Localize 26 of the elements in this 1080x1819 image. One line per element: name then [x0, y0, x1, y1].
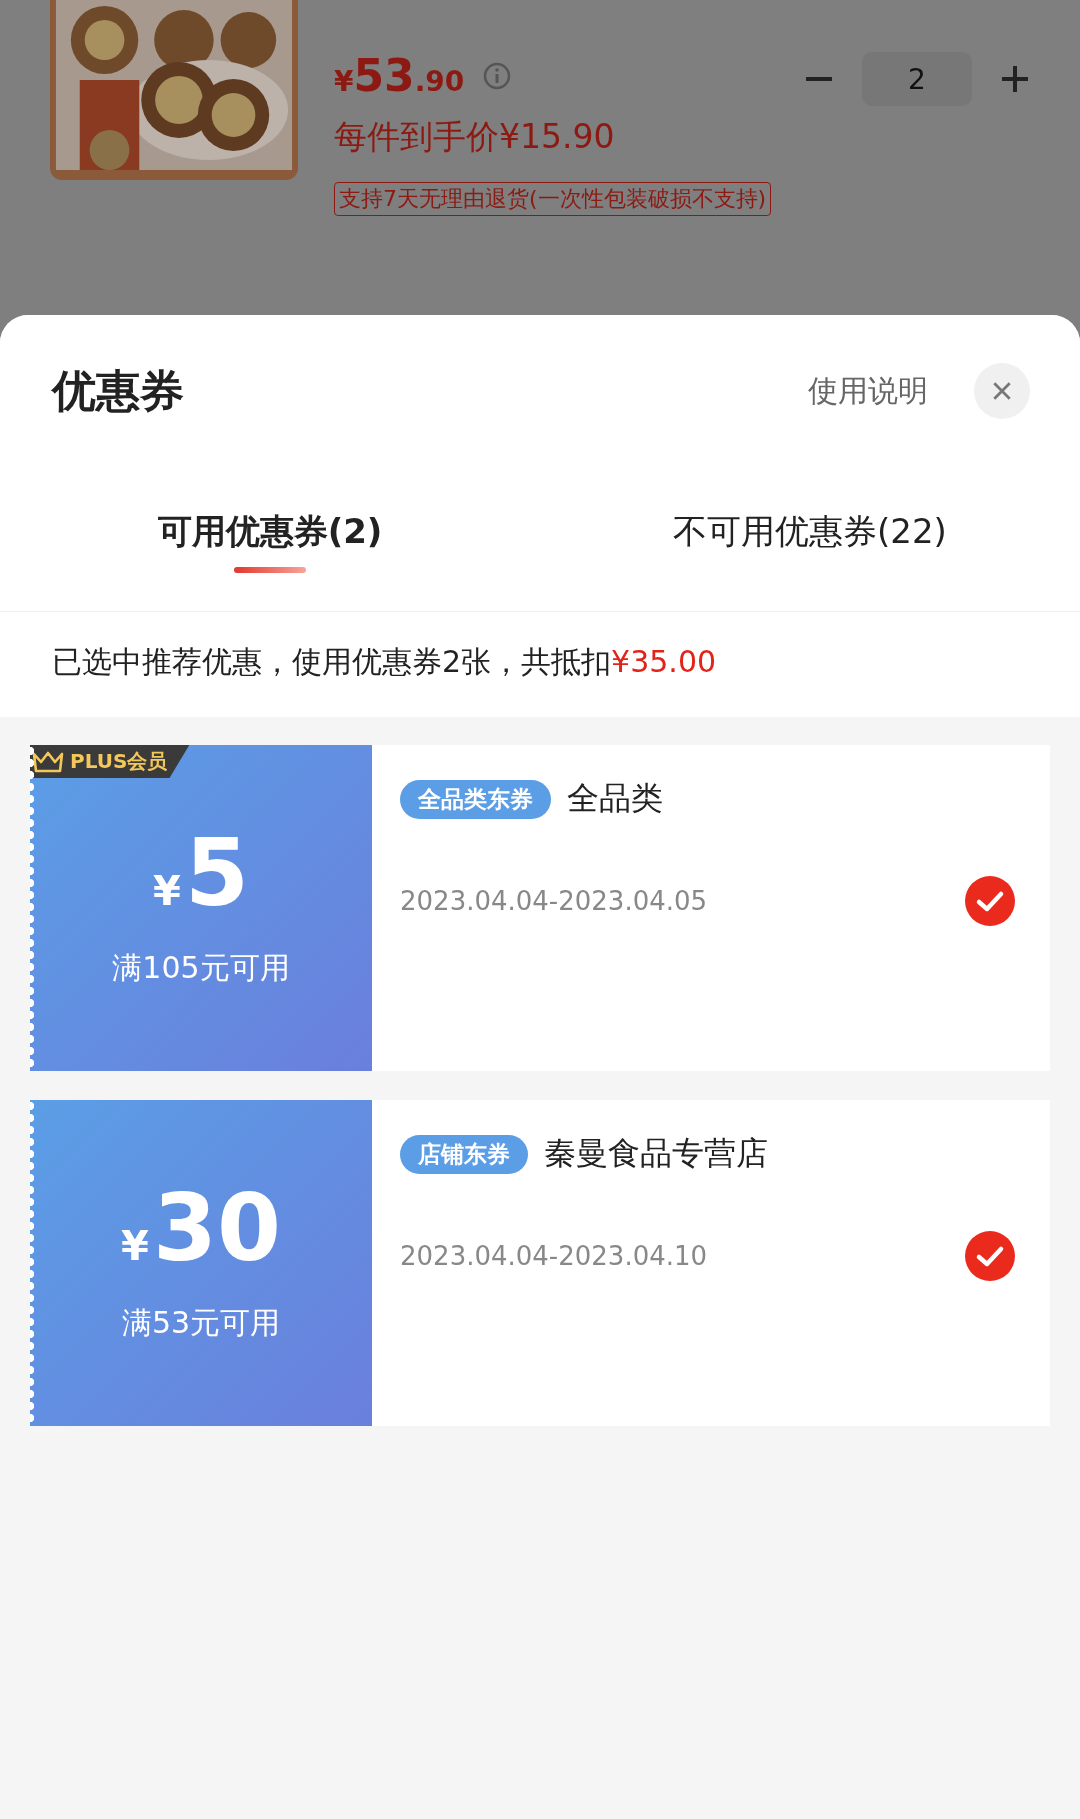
unit-price: 每件到手价¥15.90 [334, 116, 616, 158]
sheet-title: 优惠券 [52, 363, 185, 418]
coupon-scope: 全品类 [567, 778, 663, 819]
close-icon [991, 380, 1013, 402]
coupon-amount: ¥5 [153, 827, 249, 920]
tab[interactable]: 不可用优惠券(22) [673, 509, 947, 555]
coupon-type-tag: 全品类东券 [400, 779, 551, 819]
coupon-type-tag: 店铺东券 [400, 1134, 528, 1174]
summary-text: 已选中推荐优惠，使用优惠券2张，共抵扣¥35.00 [0, 612, 1080, 717]
return-policy-tag: 支持7天无理由退货(一次性包装破损不支持) [334, 182, 772, 216]
close-button[interactable] [974, 363, 1030, 419]
tab[interactable]: 可用优惠券(2) [157, 509, 383, 555]
coupon-amount: ¥30 [121, 1182, 281, 1275]
badge-label: PLUS会员 [70, 748, 168, 775]
usage-instructions-link[interactable]: 使用说明 [808, 370, 928, 412]
price: ¥53.90 [334, 50, 465, 101]
plus-button[interactable] [1000, 64, 1030, 94]
validity-period: 2023.04.04-2023.04.05 [400, 886, 708, 916]
checked-icon[interactable] [964, 1230, 1016, 1282]
validity-period: 2023.04.04-2023.04.10 [400, 1241, 708, 1271]
coupon-scope: 秦曼食品专营店 [544, 1133, 768, 1174]
coupon-condition: 满53元可用 [121, 1303, 281, 1342]
coupon-condition: 满105元可用 [112, 948, 290, 987]
checked-icon[interactable] [964, 875, 1016, 927]
crown-icon [32, 750, 64, 773]
quantity-field[interactable]: 2 [862, 52, 972, 106]
